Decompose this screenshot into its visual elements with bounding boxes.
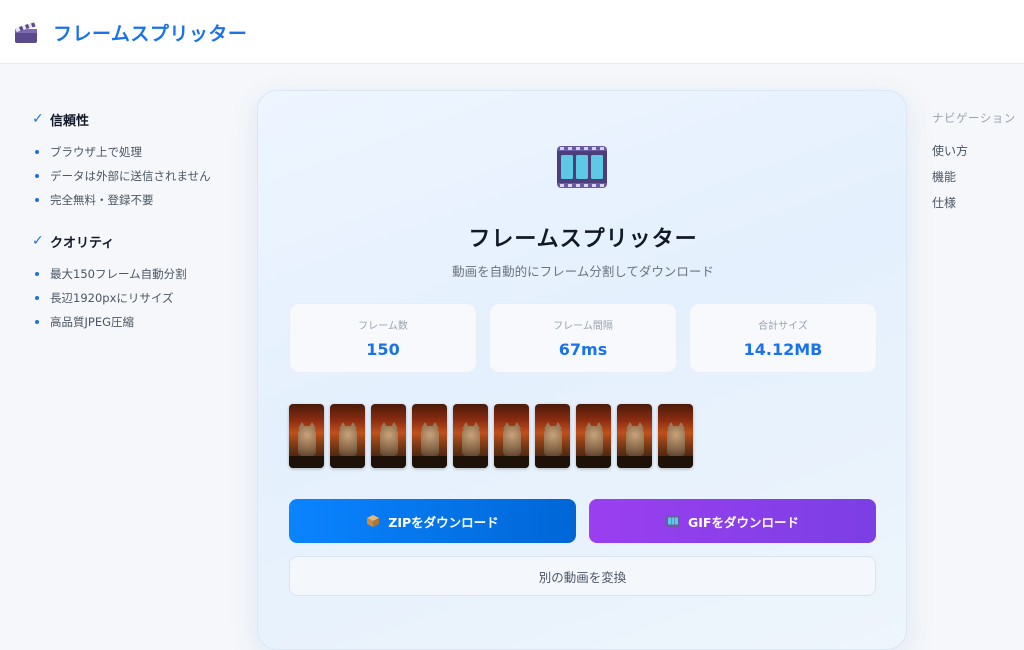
download-gif-button[interactable]: GIFをダウンロード <box>589 499 876 543</box>
feature-section-quality: ✓ クオリティ <box>32 230 242 252</box>
frame-thumbnails <box>289 404 693 468</box>
film-frames-icon <box>557 146 607 188</box>
nav-heading: ナビゲーション <box>932 111 1016 125</box>
card-title: フレームスプリッター <box>468 227 698 252</box>
frame-thumbnail <box>371 404 406 468</box>
stat-frame-interval: フレーム間隔 67ms <box>489 303 677 373</box>
feature-item: 完全無料・登録不要 <box>32 188 242 212</box>
feature-item: 長辺1920pxにリサイズ <box>32 286 242 310</box>
nav-item-features[interactable]: 機能 <box>932 164 1024 190</box>
frame-thumbnail <box>535 404 570 468</box>
zip-button-label: ZIPをダウンロード <box>388 514 499 530</box>
stat-value: 14.12MB <box>743 340 823 359</box>
frame-thumbnail <box>330 404 365 468</box>
nav-item-usage[interactable]: 使い方 <box>932 138 1024 164</box>
feature-list: 最大150フレーム自動分割 長辺1920pxにリサイズ 高品質JPEG圧縮 <box>32 262 242 334</box>
film-icon <box>666 515 681 527</box>
frame-thumbnail <box>412 404 447 468</box>
download-zip-button[interactable]: ZIPをダウンロード <box>289 499 576 543</box>
feature-list: ブラウザ上で処理 データは外部に送信されません 完全無料・登録不要 <box>32 140 242 212</box>
feature-sidebar: ✓ 信頼性 ブラウザ上で処理 データは外部に送信されません 完全無料・登録不要 … <box>32 108 242 352</box>
frame-thumbnail <box>617 404 652 468</box>
card-subtitle: 動画を自動的にフレーム分割してダウンロード <box>452 264 714 279</box>
feature-section-reliability: ✓ 信頼性 <box>32 108 242 130</box>
feature-item: ブラウザ上で処理 <box>32 140 242 164</box>
result-card: フレームスプリッター 動画を自動的にフレーム分割してダウンロード フレーム数 1… <box>257 90 907 650</box>
frame-thumbnail <box>289 404 324 468</box>
stat-label: フレーム間隔 <box>553 321 613 332</box>
feature-item: 高品質JPEG圧縮 <box>32 310 242 334</box>
stat-label: 合計サイズ <box>758 321 808 332</box>
section-title: クオリティ <box>50 235 115 251</box>
stats-row: フレーム数 150 フレーム間隔 67ms 合計サイズ 14.12MB <box>289 303 877 373</box>
stat-frame-count: フレーム数 150 <box>289 303 477 373</box>
frame-thumbnail <box>453 404 488 468</box>
gif-button-label: GIFをダウンロード <box>688 514 799 530</box>
navigation-sidebar: ナビゲーション 使い方 機能 仕様 <box>932 108 1024 216</box>
check-icon: ✓ <box>32 233 44 249</box>
app-header: フレームスプリッター <box>0 0 1024 64</box>
app-title: フレームスプリッター <box>53 23 248 45</box>
frame-thumbnail <box>658 404 693 468</box>
feature-item: データは外部に送信されません <box>32 164 242 188</box>
package-icon <box>367 515 380 527</box>
frame-thumbnail <box>576 404 611 468</box>
section-title: 信頼性 <box>50 113 90 129</box>
stat-value: 150 <box>366 340 400 359</box>
stat-value: 67ms <box>558 340 608 359</box>
feature-item: 最大150フレーム自動分割 <box>32 262 242 286</box>
stat-total-size: 合計サイズ 14.12MB <box>689 303 877 373</box>
stat-label: フレーム数 <box>358 321 408 332</box>
clapperboard-icon <box>15 22 37 43</box>
check-icon: ✓ <box>32 111 44 127</box>
frame-thumbnail <box>494 404 529 468</box>
convert-another-button[interactable]: 別の動画を変換 <box>289 556 876 596</box>
nav-item-specs[interactable]: 仕様 <box>932 190 1024 216</box>
